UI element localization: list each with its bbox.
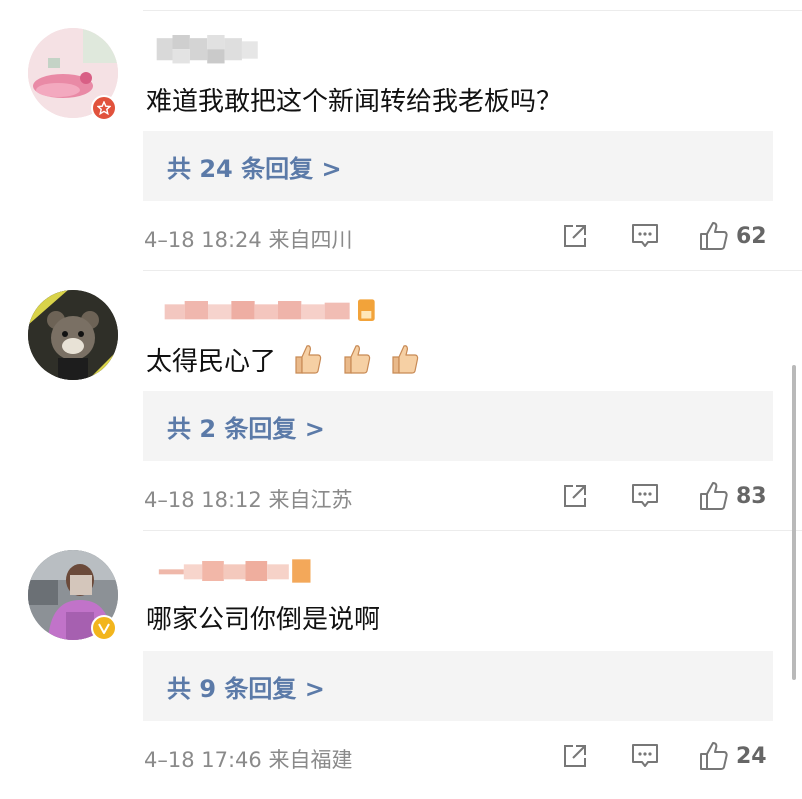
thumbs-up-icon: [700, 742, 728, 770]
thumbs-up-emoji-icon: [295, 345, 322, 374]
share-button[interactable]: [561, 222, 589, 250]
comment-button[interactable]: [630, 222, 660, 250]
comment-time-location: 4–18 18:12 来自江苏: [144, 488, 353, 512]
view-replies-button[interactable]: 共 9 条回复 >: [143, 651, 773, 721]
comment-text: 难道我敢把这个新闻转给我老板吗？: [146, 87, 563, 117]
username-blurred[interactable]: [143, 556, 333, 586]
comment-item: 太得民心了 共 2 条回复 > 4–18 18:12 来自江苏 83: [0, 260, 802, 520]
like-button[interactable]: 24: [698, 740, 767, 772]
share-icon: [564, 225, 586, 247]
avatar[interactable]: [28, 290, 118, 380]
thumbs-up-icon: [700, 482, 728, 510]
comment-text: 哪家公司你倒是说啊: [146, 605, 381, 635]
comment-icon: [632, 224, 658, 247]
thumbs-up-emoji-icon: [343, 345, 370, 374]
like-button[interactable]: 83: [698, 480, 767, 512]
username-blurred[interactable]: [143, 296, 403, 326]
share-icon: [564, 745, 586, 767]
comment-item: 哪家公司你倒是说啊 共 9 条回复 > 4–18 17:46 来自福建 24: [0, 520, 802, 780]
comment-item: 难道我敢把这个新闻转给我老板吗？ 共 24 条回复 > 4–18 18:24 来…: [0, 0, 802, 260]
comment-time-location: 4–18 17:46 来自福建: [144, 748, 353, 772]
thumbs-up-emoji-icon: [392, 345, 419, 374]
like-button[interactable]: 62: [698, 220, 767, 252]
comment-icon: [632, 484, 658, 507]
share-icon: [564, 485, 586, 507]
comment-icon: [632, 744, 658, 767]
scrollbar[interactable]: [792, 365, 796, 680]
verified-badge-icon: [91, 95, 117, 121]
comment-button[interactable]: [630, 742, 660, 770]
view-replies-button[interactable]: 共 24 条回复 >: [143, 131, 773, 201]
comment-time-location: 4–18 18:24 来自四川: [144, 228, 353, 252]
comment-text-content: 太得民心了: [146, 347, 277, 377]
like-count: 62: [736, 223, 767, 249]
like-count: 83: [736, 483, 767, 509]
verified-badge-icon: [91, 615, 117, 641]
username-blurred[interactable]: [143, 35, 273, 65]
view-replies-button[interactable]: 共 2 条回复 >: [143, 391, 773, 461]
like-count: 24: [736, 743, 767, 769]
thumbs-up-icon: [700, 222, 728, 250]
comment-text: 太得民心了: [146, 342, 421, 380]
share-button[interactable]: [561, 482, 589, 510]
avatar-image: [28, 290, 118, 380]
share-button[interactable]: [561, 742, 589, 770]
comment-button[interactable]: [630, 482, 660, 510]
